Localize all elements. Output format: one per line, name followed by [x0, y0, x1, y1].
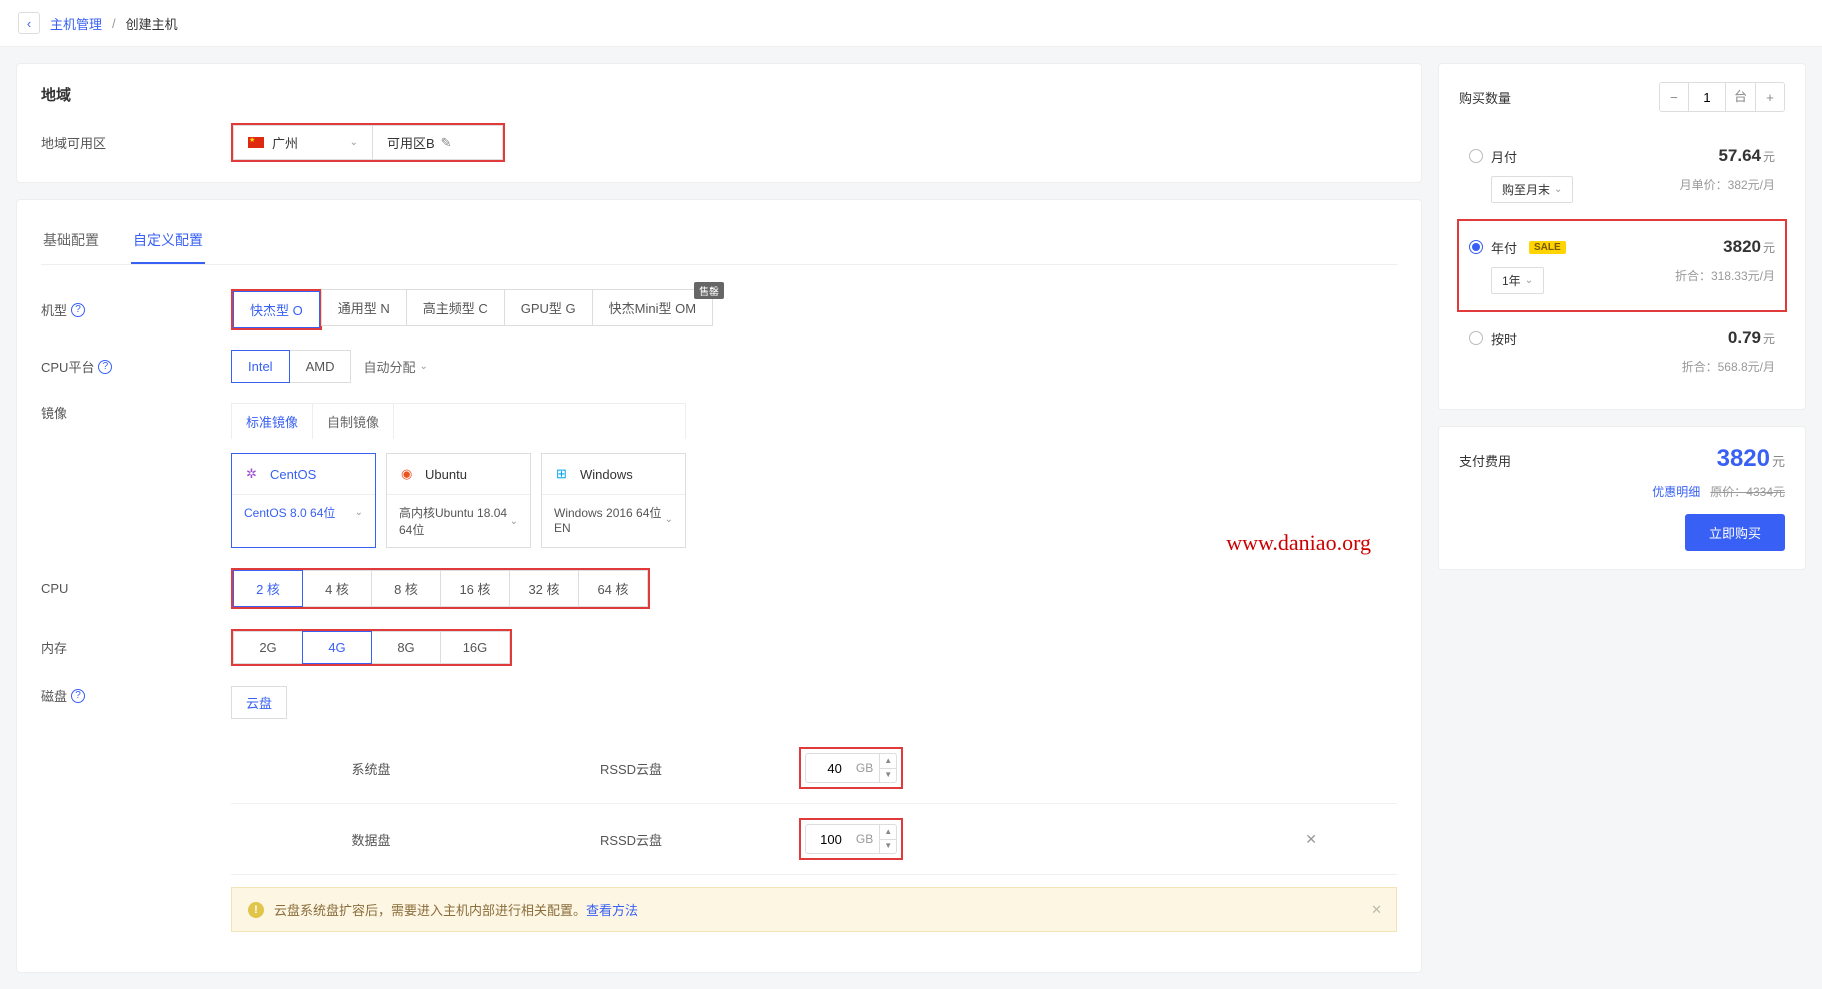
image-tab-std[interactable]: 标准镜像: [232, 404, 313, 439]
edit-icon[interactable]: ✎: [441, 135, 452, 151]
chevron-down-icon: ⌄: [510, 516, 518, 527]
qty-minus[interactable]: −: [1660, 83, 1688, 111]
disk-row-data: 数据盘 RSSD云盘 GB ▲▼ ✕: [231, 804, 1397, 875]
image-label: 镜像: [41, 403, 231, 422]
step-up-icon[interactable]: ▲: [880, 754, 896, 769]
total-label: 支付费用: [1459, 451, 1511, 470]
chevron-down-icon: ⌄: [1554, 184, 1562, 195]
flag-icon: [248, 137, 264, 148]
buy-button[interactable]: 立即购买: [1685, 514, 1785, 551]
cpu-8[interactable]: 8 核: [371, 570, 441, 607]
mem-8g[interactable]: 8G: [371, 631, 441, 664]
data-disk-size[interactable]: GB ▲▼: [805, 824, 897, 854]
cpu-64[interactable]: 64 核: [578, 570, 648, 607]
disk-row-sys: 系统盘 RSSD云盘 GB ▲▼: [231, 733, 1397, 804]
region-label: 地域可用区: [41, 133, 231, 152]
disk-tab-cloud[interactable]: 云盘: [231, 686, 287, 719]
config-card: 基础配置 自定义配置 机型? 快杰型 O 通用型 N 高主频型 C GPU型 G…: [16, 199, 1422, 973]
cpuplat-label: CPU平台: [41, 357, 94, 376]
windows-icon: ⊞: [556, 466, 572, 482]
back-button[interactable]: ‹: [18, 12, 40, 34]
total-amount: 3820: [1717, 445, 1770, 472]
breadcrumb: ‹ 主机管理 / 创建主机: [0, 0, 1822, 47]
tab-custom[interactable]: 自定义配置: [131, 220, 205, 264]
model-label: 机型: [41, 300, 67, 319]
purchase-card: 购买数量 − 台 + 月付 57.64元 购至月末⌄ 月单价：382元/月: [1438, 63, 1806, 410]
pay-hourly[interactable]: 按时 0.79元 折合：568.8元/月: [1459, 312, 1785, 391]
region-title: 地域: [41, 84, 1397, 105]
alert-close[interactable]: ✕: [1371, 902, 1382, 918]
pay-yearly[interactable]: 年付SALE 3820元 1年⌄ 折合：318.33元/月: [1459, 221, 1785, 310]
model-opt-0[interactable]: 快杰型 O: [233, 291, 320, 328]
breadcrumb-parent[interactable]: 主机管理: [50, 14, 102, 33]
os-ubuntu-ver[interactable]: 高内核Ubuntu 18.04 64位⌄: [387, 495, 530, 547]
os-ubuntu[interactable]: ◉Ubuntu 高内核Ubuntu 18.04 64位⌄: [386, 453, 531, 548]
cpu-label: CPU: [41, 581, 231, 596]
image-tab-custom[interactable]: 自制镜像: [313, 404, 394, 439]
model-opt-2[interactable]: 高主频型 C: [406, 289, 505, 326]
config-tabs: 基础配置 自定义配置: [41, 220, 1397, 265]
region-card: 地域 地域可用区 广州 ⌄ 可用区B ✎: [16, 63, 1422, 183]
help-icon[interactable]: ?: [71, 689, 85, 703]
radio-icon: [1469, 240, 1483, 254]
chevron-down-icon: ⌄: [355, 507, 363, 518]
qty-stepper[interactable]: − 台 +: [1659, 82, 1785, 112]
chevron-down-icon: ⌄: [1525, 275, 1533, 286]
mem-16g[interactable]: 16G: [440, 631, 510, 664]
mem-2g[interactable]: 2G: [233, 631, 303, 664]
step-up-icon[interactable]: ▲: [880, 825, 896, 840]
total-card: 支付费用 3820元 优惠明细 原价：4334元 立即购买: [1438, 426, 1806, 570]
discount-detail[interactable]: 优惠明细: [1652, 483, 1700, 500]
disk-alert: ! 云盘系统盘扩容后，需要进入主机内部进行相关配置。查看方法 ✕: [231, 887, 1397, 932]
mem-label: 内存: [41, 638, 231, 657]
sys-disk-size[interactable]: GB ▲▼: [805, 753, 897, 783]
alert-link[interactable]: 查看方法: [586, 903, 638, 918]
chevron-down-icon: ⌄: [665, 514, 673, 525]
centos-icon: ✲: [246, 466, 262, 482]
warning-icon: !: [248, 902, 264, 918]
cpu-16[interactable]: 16 核: [440, 570, 510, 607]
cpu-2[interactable]: 2 核: [233, 570, 303, 607]
radio-icon: [1469, 149, 1483, 163]
auto-alloc[interactable]: 自动分配⌄: [363, 357, 427, 376]
cpu-4[interactable]: 4 核: [302, 570, 372, 607]
mem-4g[interactable]: 4G: [302, 631, 372, 664]
help-icon[interactable]: ?: [98, 360, 112, 374]
disk-label: 磁盘: [41, 686, 67, 705]
zone-select[interactable]: 可用区B ✎: [373, 125, 503, 160]
chevron-down-icon: ⌄: [350, 137, 358, 148]
step-down-icon[interactable]: ▼: [880, 769, 896, 783]
qty-label: 购买数量: [1459, 88, 1511, 107]
os-windows-ver[interactable]: Windows 2016 64位 EN⌄: [542, 495, 685, 544]
breadcrumb-current: 创建主机: [126, 14, 178, 33]
model-opt-3[interactable]: GPU型 G: [504, 289, 593, 326]
model-opt-1[interactable]: 通用型 N: [321, 289, 407, 326]
tab-basic[interactable]: 基础配置: [41, 220, 101, 264]
os-centos[interactable]: ✲CentOS CentOS 8.0 64位⌄: [231, 453, 376, 548]
model-opt-4[interactable]: 快杰Mini型 OM售罄: [592, 289, 713, 326]
os-windows[interactable]: ⊞Windows Windows 2016 64位 EN⌄: [541, 453, 686, 548]
yearly-duration[interactable]: 1年⌄: [1491, 267, 1544, 294]
qty-plus[interactable]: +: [1756, 83, 1784, 111]
sale-badge: SALE: [1529, 241, 1566, 254]
monthly-duration[interactable]: 购至月末⌄: [1491, 176, 1573, 203]
original-price: 原价：4334元: [1710, 483, 1785, 500]
pay-monthly[interactable]: 月付 57.64元 购至月末⌄ 月单价：382元/月: [1459, 130, 1785, 219]
ubuntu-icon: ◉: [401, 466, 417, 482]
soldout-badge: 售罄: [694, 282, 724, 299]
step-down-icon[interactable]: ▼: [880, 840, 896, 854]
cpu-32[interactable]: 32 核: [509, 570, 579, 607]
cpuplat-intel[interactable]: Intel: [231, 350, 290, 383]
cpuplat-amd[interactable]: AMD: [289, 350, 352, 383]
breadcrumb-sep: /: [112, 16, 116, 31]
remove-disk-button[interactable]: ✕: [1305, 831, 1317, 848]
region-select[interactable]: 广州 ⌄: [233, 125, 373, 160]
chevron-down-icon: ⌄: [419, 361, 427, 372]
os-centos-ver[interactable]: CentOS 8.0 64位⌄: [232, 495, 375, 530]
radio-icon: [1469, 331, 1483, 345]
help-icon[interactable]: ?: [71, 303, 85, 317]
